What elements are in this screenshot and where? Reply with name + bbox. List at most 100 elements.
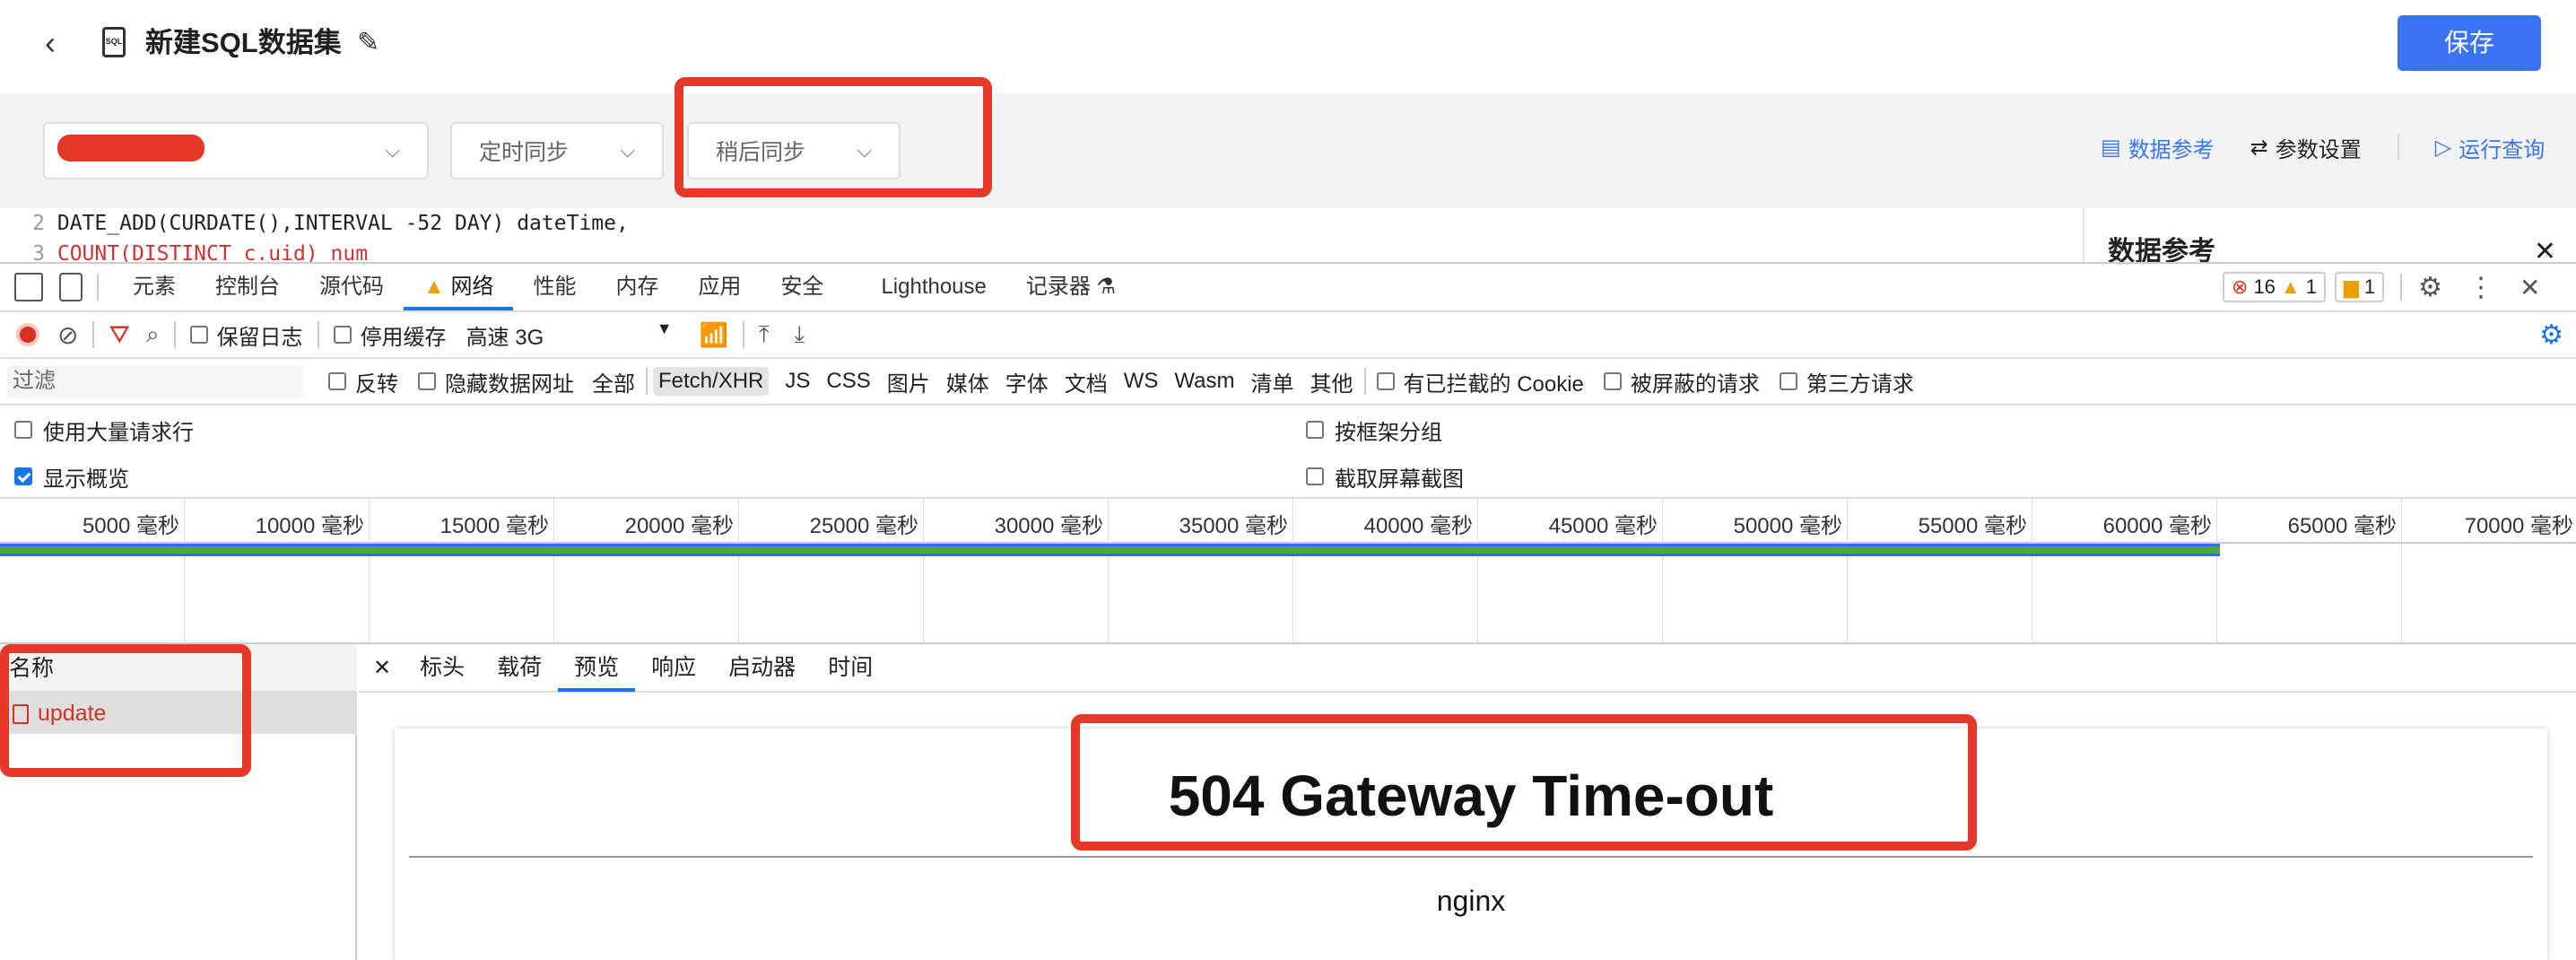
filter-doc[interactable]: 文档 bbox=[1065, 366, 1108, 397]
filter-icon[interactable]: ⛛ bbox=[109, 320, 130, 350]
data-reference-link[interactable]: ▤ 数据参考 bbox=[2101, 132, 2215, 163]
chevron-down-icon: ⌵ bbox=[620, 139, 635, 161]
param-settings-link[interactable]: ⇄ 参数设置 bbox=[2250, 132, 2362, 163]
tab-security[interactable]: 安全 bbox=[761, 264, 843, 310]
divider bbox=[742, 321, 744, 348]
tab-timing[interactable]: 时间 bbox=[812, 643, 889, 692]
throttle-select[interactable]: 高速 3G ▼ bbox=[466, 319, 673, 351]
tab-response[interactable]: 响应 bbox=[635, 643, 712, 692]
filter-font[interactable]: 字体 bbox=[1005, 366, 1049, 397]
invert-checkbox[interactable] bbox=[328, 372, 346, 390]
divider bbox=[646, 368, 648, 395]
download-icon[interactable]: ⤓ bbox=[794, 320, 805, 349]
tab-elements[interactable]: 元素 bbox=[113, 264, 196, 310]
page-header: ‹ SQL 新建SQL数据集 ✎ 保存 bbox=[0, 0, 2576, 93]
divider bbox=[173, 321, 176, 348]
upload-icon[interactable]: ⤒ bbox=[759, 320, 770, 349]
clear-icon[interactable]: ⊘ bbox=[57, 320, 78, 350]
filter-wasm[interactable]: Wasm bbox=[1174, 369, 1234, 394]
hide-data-url-checkbox[interactable] bbox=[418, 372, 436, 390]
filter-all[interactable]: 全部 bbox=[592, 366, 635, 397]
filter-js[interactable]: JS bbox=[785, 369, 810, 394]
network-overview-timeline[interactable]: 5000 毫秒 10000 毫秒 15000 毫秒 20000 毫秒 25000… bbox=[0, 499, 2576, 644]
save-button[interactable]: 保存 bbox=[2398, 15, 2541, 71]
annotation-box bbox=[1071, 714, 1977, 851]
sync-mode-select[interactable]: 定时同步 ⌵ bbox=[450, 122, 664, 179]
annotation-box bbox=[674, 77, 992, 197]
blocked-requests-checkbox[interactable] bbox=[1603, 372, 1622, 390]
record-icon[interactable] bbox=[16, 323, 39, 346]
gear-icon[interactable]: ⚙ bbox=[2418, 272, 2442, 303]
filter-ws[interactable]: WS bbox=[1124, 369, 1159, 394]
tab-initiator[interactable]: 启动器 bbox=[712, 643, 812, 692]
issues-badge[interactable]: ▆ 1 bbox=[2334, 272, 2385, 302]
request-timing-bar bbox=[0, 544, 2220, 556]
tab-headers[interactable]: 标头 bbox=[404, 643, 481, 692]
close-icon[interactable]: ✕ bbox=[2519, 273, 2540, 302]
blocked-cookie-label: 有已拦截的 Cookie bbox=[1403, 371, 1584, 397]
caret-down-icon: ▼ bbox=[656, 319, 673, 337]
tab-performance[interactable]: 性能 bbox=[513, 264, 596, 310]
invert-label: 反转 bbox=[355, 371, 398, 397]
tab-payload[interactable]: 载荷 bbox=[481, 643, 558, 692]
device-toggle-icon[interactable] bbox=[59, 273, 83, 301]
hide-data-url-label: 隐藏数据网址 bbox=[445, 371, 574, 397]
network-options: 使用大量请求行 按框架分组 显示概览 截取屏幕截图 bbox=[0, 406, 2576, 499]
group-by-frame-option[interactable]: 按框架分组 bbox=[1306, 416, 1442, 445]
more-vert-icon[interactable]: ⋮ bbox=[2467, 272, 2494, 303]
error-warning-badge[interactable]: ⊗ 16 ▲ 1 bbox=[2223, 272, 2326, 302]
filter-input[interactable]: 过滤 bbox=[7, 365, 303, 397]
warning-icon: ▲ bbox=[423, 275, 445, 299]
server-name: nginx bbox=[1436, 885, 1506, 917]
third-party-checkbox[interactable] bbox=[1779, 372, 1797, 390]
filter-media[interactable]: 媒体 bbox=[946, 366, 989, 397]
sql-editor[interactable]: 2 DATE_ADD(CURDATE(),INTERVAL -52 DAY) d… bbox=[0, 208, 2083, 266]
app-root: ‹ SQL 新建SQL数据集 ✎ 保存 ⌵ 定时同步 ⌵ 稍后同步 ⌵ ▤ 数据参… bbox=[0, 0, 2576, 960]
blocked-requests-label: 被屏蔽的请求 bbox=[1630, 371, 1760, 397]
sync-mode-value: 定时同步 bbox=[479, 140, 570, 165]
annotation-box bbox=[0, 644, 251, 777]
network-settings-icon[interactable]: ⚙ bbox=[2539, 319, 2563, 351]
toolbar-links: ▤ 数据参考 ⇄ 参数设置 ▷ 运行查询 bbox=[2101, 131, 2545, 163]
close-icon[interactable]: ✕ bbox=[359, 655, 404, 681]
tab-recorder[interactable]: 记录器 ⚗ bbox=[1006, 264, 1136, 310]
show-overview-checkbox[interactable] bbox=[14, 467, 32, 485]
show-overview-option[interactable]: 显示概览 bbox=[14, 463, 129, 492]
detail-tabbar: ✕ 标头 载荷 预览 响应 启动器 时间 bbox=[359, 644, 2576, 693]
network-filter-bar: 过滤 反转 隐藏数据网址 全部 Fetch/XHR JS CSS 图片 媒体 字… bbox=[0, 359, 2576, 406]
inspect-icon[interactable] bbox=[14, 273, 43, 301]
preserve-log-checkbox[interactable] bbox=[189, 326, 208, 344]
tab-preview[interactable]: 预览 bbox=[558, 643, 636, 692]
chevron-left-icon[interactable]: ‹ bbox=[45, 25, 72, 61]
sliders-icon: ⇄ bbox=[2250, 135, 2268, 160]
filter-img[interactable]: 图片 bbox=[887, 366, 930, 397]
tab-sources[interactable]: 源代码 bbox=[300, 264, 404, 310]
search-icon[interactable]: ⌕ bbox=[146, 320, 160, 349]
redacted-value bbox=[57, 135, 205, 161]
divider bbox=[317, 321, 319, 348]
filter-fetch-xhr[interactable]: Fetch/XHR bbox=[653, 367, 770, 396]
run-query-link[interactable]: ▷ 运行查询 bbox=[2435, 132, 2545, 163]
tab-memory[interactable]: 内存 bbox=[596, 264, 678, 310]
disable-cache-checkbox[interactable] bbox=[333, 326, 352, 344]
chevron-down-icon: ⌵ bbox=[385, 139, 400, 161]
filter-manifest[interactable]: 清单 bbox=[1251, 366, 1294, 397]
large-rows-option[interactable]: 使用大量请求行 bbox=[14, 416, 194, 445]
book-icon: ▤ bbox=[2101, 135, 2121, 160]
capture-screenshots-option[interactable]: 截取屏幕截图 bbox=[1306, 463, 1464, 492]
tab-application[interactable]: 应用 bbox=[678, 264, 761, 310]
tab-network[interactable]: ▲ 网络 bbox=[404, 264, 514, 310]
sql-file-icon: SQL bbox=[102, 27, 126, 57]
divider bbox=[1363, 368, 1366, 395]
filter-css[interactable]: CSS bbox=[826, 369, 870, 394]
capture-screenshots-checkbox[interactable] bbox=[1306, 467, 1324, 485]
large-rows-checkbox[interactable] bbox=[14, 421, 32, 439]
tab-lighthouse[interactable]: Lighthouse bbox=[861, 264, 1005, 310]
group-by-frame-checkbox[interactable] bbox=[1306, 421, 1324, 439]
pencil-icon[interactable]: ✎ bbox=[357, 25, 379, 61]
wifi-settings-icon[interactable]: 📶 bbox=[700, 321, 728, 349]
blocked-cookie-checkbox[interactable] bbox=[1376, 372, 1395, 390]
filter-other[interactable]: 其他 bbox=[1310, 366, 1353, 397]
tab-console[interactable]: 控制台 bbox=[196, 264, 300, 310]
code-line: 2 DATE_ADD(CURDATE(),INTERVAL -52 DAY) d… bbox=[32, 212, 629, 235]
